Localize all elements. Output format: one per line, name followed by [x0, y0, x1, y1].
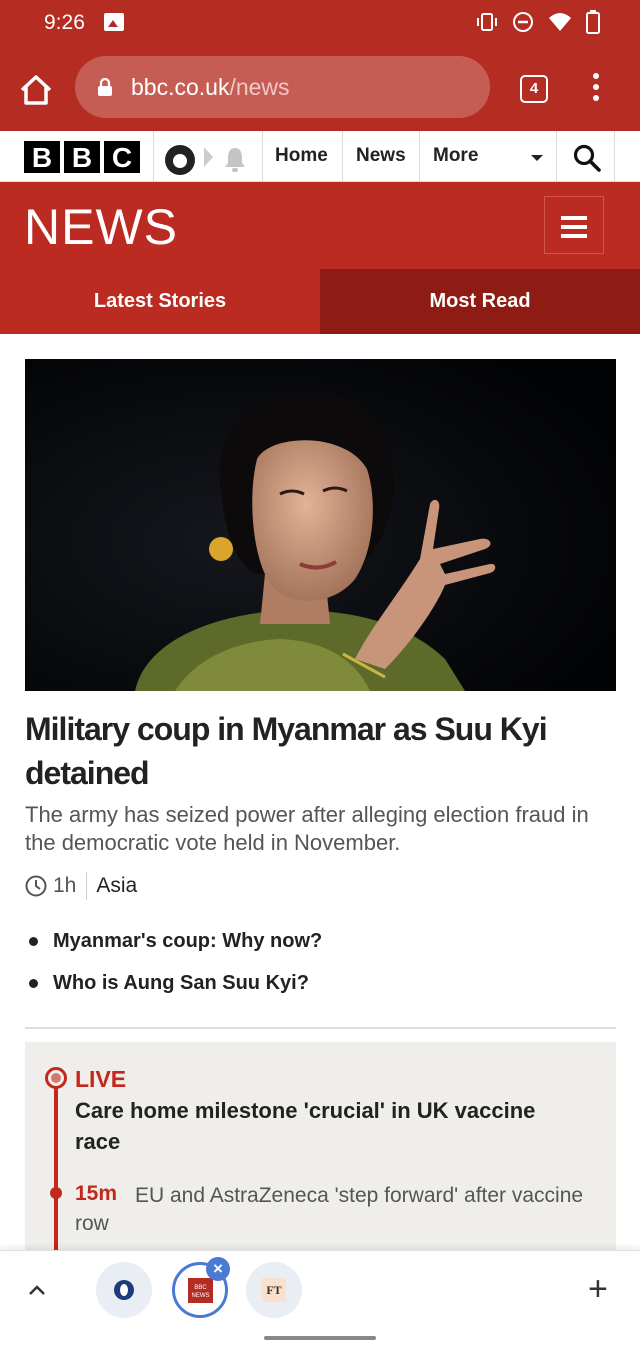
top-story-headline[interactable]: Military coup in Myanmar as Suu Kyi deta…	[25, 707, 615, 795]
top-story-summary: The army has seized power after alleging…	[25, 802, 589, 855]
account-icon[interactable]	[165, 145, 195, 175]
divider	[25, 1027, 616, 1029]
chevron-right-icon	[204, 147, 213, 167]
tab-favicon-1[interactable]	[96, 1262, 152, 1318]
news-header: NEWS	[0, 182, 640, 269]
url-text: bbc.co.uk/news	[131, 74, 290, 101]
bbc-logo-letter: B	[64, 141, 100, 173]
related-link[interactable]: Myanmar's coup: Why now?	[25, 928, 615, 970]
tab-strip: BBC NEWS × FT +	[0, 1250, 640, 1326]
image-icon	[104, 13, 124, 31]
divider	[86, 872, 88, 900]
live-update-text[interactable]: EU and AstraZeneca 'step forward' after …	[75, 1182, 585, 1238]
divider	[419, 131, 420, 182]
wifi-icon	[549, 13, 571, 31]
clock-icon	[25, 875, 47, 897]
bbc-nav-bar: B B C Home News More	[0, 131, 640, 182]
hamburger-menu-icon[interactable]	[544, 196, 604, 254]
portrait-photo	[25, 359, 616, 691]
tab-favicon-ft[interactable]: FT	[246, 1262, 302, 1318]
bbc-news-icon: BBC NEWS	[188, 1278, 213, 1303]
gesture-handle[interactable]	[264, 1336, 376, 1340]
story-section-link[interactable]: Asia	[96, 874, 137, 898]
status-icons	[476, 10, 600, 34]
divider	[153, 131, 154, 182]
bbc-logo-letter: C	[104, 141, 140, 173]
status-time: 9:26	[44, 11, 85, 34]
bbc-logo[interactable]: B B C	[24, 141, 140, 173]
vibrate-icon	[477, 13, 497, 31]
url-host: bbc.co.uk	[131, 74, 230, 100]
story-meta: 1h Asia	[25, 872, 137, 900]
search-icon[interactable]	[572, 143, 602, 173]
divider	[342, 131, 343, 182]
do-not-disturb-icon	[513, 12, 533, 32]
chevron-up-icon[interactable]	[28, 1281, 46, 1299]
ft-icon: FT	[262, 1278, 286, 1302]
notifications-bell-icon[interactable]	[222, 145, 248, 173]
news-wordmark[interactable]: NEWS	[24, 198, 178, 256]
close-icon[interactable]: ×	[206, 1257, 230, 1281]
live-label: LIVE	[75, 1066, 127, 1092]
live-story-card[interactable]: LIVE Care home milestone 'crucial' in UK…	[25, 1042, 616, 1252]
tab-most-read[interactable]: Most Read	[320, 269, 640, 334]
status-bar: 9:26	[0, 0, 640, 46]
battery-icon	[586, 10, 600, 34]
related-links: Myanmar's coup: Why now? Who is Aung San…	[25, 928, 615, 1012]
home-icon[interactable]	[16, 70, 56, 110]
chevron-down-icon	[531, 155, 543, 161]
globe-icon	[114, 1280, 134, 1300]
browser-toolbar: bbc.co.uk/news 4	[0, 46, 640, 131]
nav-link-more[interactable]: More	[433, 145, 478, 167]
nav-link-news[interactable]: News	[356, 145, 406, 167]
story-age: 1h	[53, 874, 77, 897]
bbc-logo-letter: B	[24, 141, 60, 173]
divider	[614, 131, 615, 182]
nav-link-home[interactable]: Home	[275, 145, 328, 167]
live-update-time: 15m	[75, 1182, 118, 1205]
divider	[556, 131, 557, 182]
live-timeline	[54, 1079, 58, 1252]
top-story-image[interactable]	[25, 359, 616, 691]
tab-switcher-button[interactable]: 4	[520, 75, 548, 103]
timeline-dot	[50, 1187, 62, 1199]
live-title[interactable]: Care home milestone 'crucial' in UK vacc…	[75, 1095, 585, 1157]
divider	[262, 131, 263, 182]
tab-latest-stories[interactable]: Latest Stories	[0, 269, 320, 334]
related-link[interactable]: Who is Aung San Suu Kyi?	[25, 970, 615, 1012]
overflow-menu-icon[interactable]	[586, 70, 606, 106]
url-path: /news	[229, 74, 290, 100]
story-tabs: Latest Stories Most Read	[0, 269, 640, 334]
address-bar[interactable]: bbc.co.uk/news	[75, 56, 490, 118]
live-indicator-icon	[45, 1067, 67, 1089]
lock-icon	[98, 78, 112, 96]
new-tab-icon[interactable]: +	[588, 1272, 608, 1306]
